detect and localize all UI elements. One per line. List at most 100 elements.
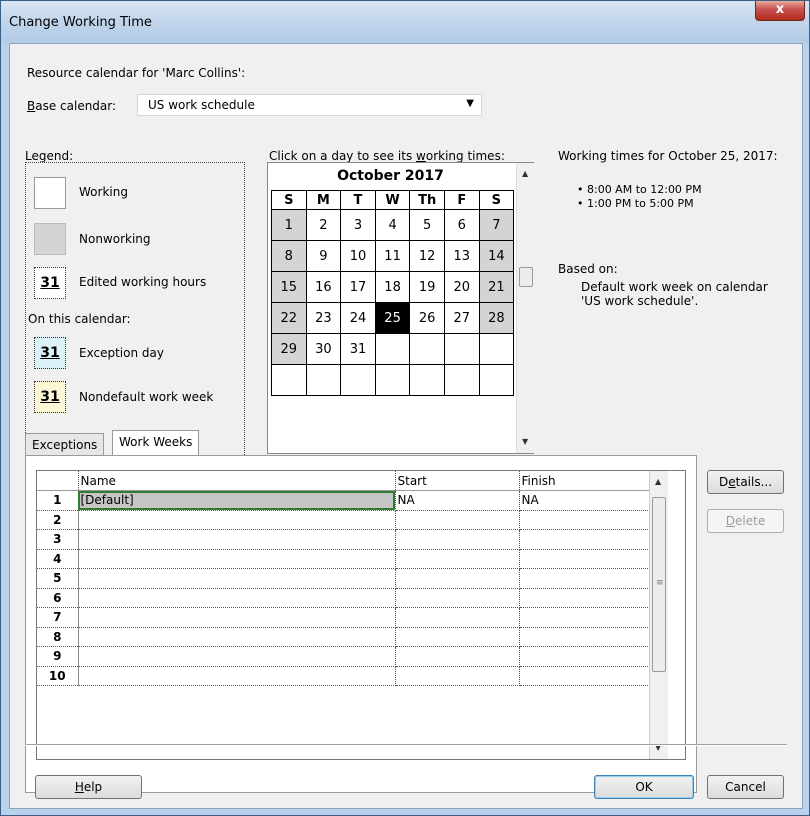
calendar-day[interactable]: 1 (271, 209, 307, 241)
finish-cell[interactable] (519, 568, 652, 589)
calendar-empty-cell (409, 364, 445, 396)
calendar-day[interactable]: 23 (305, 302, 342, 334)
grid-scrollbar[interactable]: ▲ ≡ ▼ (649, 471, 668, 759)
calendar-day[interactable]: 29 (271, 333, 307, 365)
name-cell[interactable] (78, 529, 396, 550)
table-row[interactable]: 9 (37, 646, 652, 667)
start-cell[interactable] (395, 510, 520, 530)
name-cell[interactable] (78, 588, 396, 608)
resource-calendar-label: Resource calendar for 'Marc Collins': (27, 66, 246, 80)
finish-cell[interactable] (519, 588, 652, 608)
start-cell[interactable] (395, 607, 520, 628)
calendar-day[interactable]: 8 (271, 240, 307, 272)
start-cell[interactable] (395, 529, 520, 550)
calendar-day[interactable]: 10 (340, 240, 376, 272)
calendar-scroll-thumb[interactable] (519, 267, 533, 287)
column-header-start[interactable]: Start (395, 471, 520, 491)
name-cell[interactable] (78, 646, 396, 667)
column-header-name[interactable]: Name (78, 471, 396, 491)
grid-scroll-thumb[interactable]: ≡ (652, 497, 666, 672)
finish-cell[interactable]: NA (519, 490, 652, 511)
calendar-day[interactable]: 27 (443, 302, 480, 334)
basis-line-1: Default work week on calendar (581, 280, 768, 294)
calendar-day[interactable]: 9 (305, 240, 342, 272)
name-cell[interactable] (78, 510, 396, 530)
calendar-day[interactable]: 20 (443, 271, 480, 303)
close-icon[interactable]: x (755, 1, 805, 21)
calendar-day[interactable]: 30 (305, 333, 342, 365)
start-cell[interactable] (395, 666, 520, 686)
start-cell[interactable] (395, 568, 520, 589)
calendar-day[interactable]: 14 (478, 240, 515, 272)
table-row[interactable]: 8 (37, 627, 652, 647)
column-header-finish[interactable]: Finish (519, 471, 652, 491)
calendar-day[interactable]: 22 (271, 302, 307, 334)
calendar-day[interactable]: 15 (271, 271, 307, 303)
working-swatch-icon (34, 177, 66, 209)
scroll-up-icon[interactable]: ▲ (655, 477, 661, 486)
tab-exceptions[interactable]: Exceptions (25, 433, 105, 455)
finish-cell[interactable] (519, 666, 652, 686)
table-row[interactable]: 2 (37, 510, 652, 530)
table-row[interactable]: 5 (37, 568, 652, 589)
finish-cell[interactable] (519, 646, 652, 667)
calendar-empty-cell (374, 364, 411, 396)
calendar-day[interactable]: 7 (478, 209, 515, 241)
tab-work-weeks[interactable]: Work Weeks (112, 430, 200, 455)
calendar-day[interactable]: 26 (409, 302, 445, 334)
finish-cell[interactable] (519, 549, 652, 569)
start-cell[interactable] (395, 627, 520, 647)
cancel-button[interactable]: Cancel (707, 775, 784, 799)
name-cell[interactable] (78, 666, 396, 686)
calendar-day[interactable]: 6 (443, 209, 480, 241)
name-cell[interactable] (78, 627, 396, 647)
table-row[interactable]: 10 (37, 666, 652, 686)
calendar-day[interactable]: 28 (478, 302, 515, 334)
calendar-day[interactable]: 5 (409, 209, 445, 241)
calendar-day[interactable]: 3 (340, 209, 376, 241)
name-cell[interactable]: [Default] (78, 490, 396, 511)
name-cell[interactable] (78, 607, 396, 628)
chevron-down-icon: ▼ (466, 98, 474, 109)
start-cell[interactable] (395, 549, 520, 569)
delete-button[interactable]: Delete (707, 509, 784, 533)
calendar-day[interactable]: 25 (374, 302, 411, 334)
calendar-day[interactable]: 12 (409, 240, 445, 272)
scroll-up-icon[interactable]: ▲ (522, 169, 528, 178)
calendar-empty-cell (340, 364, 376, 396)
name-cell[interactable] (78, 549, 396, 569)
name-cell[interactable] (78, 568, 396, 589)
calendar-day[interactable]: 31 (340, 333, 376, 365)
table-row[interactable]: 7 (37, 607, 652, 628)
legend-edited-label: Edited working hours (79, 275, 207, 289)
start-cell[interactable] (395, 588, 520, 608)
calendar-day[interactable]: 2 (305, 209, 342, 241)
calendar-day[interactable]: 16 (305, 271, 342, 303)
table-row[interactable]: 3 (37, 529, 652, 550)
nonworking-swatch-icon (34, 223, 66, 255)
help-button[interactable]: Help (35, 775, 142, 799)
finish-cell[interactable] (519, 510, 652, 530)
finish-cell[interactable] (519, 607, 652, 628)
calendar-scrollbar[interactable]: ▲ ▼ (516, 163, 534, 453)
table-row[interactable]: 1 [Default] NA NA (37, 490, 652, 511)
calendar-day[interactable]: 13 (443, 240, 480, 272)
calendar-day[interactable]: 11 (374, 240, 411, 272)
month-calendar: October 2017 S M T W Th F S 1 2 3 4 5 6 7 8 9 10 11 12 13 1… (267, 162, 534, 454)
legend-nonworking-label: Nonworking (79, 232, 151, 246)
calendar-day[interactable]: 17 (340, 271, 376, 303)
base-calendar-dropdown[interactable]: US work schedule ▼ (137, 94, 482, 116)
start-cell[interactable] (395, 646, 520, 667)
start-cell[interactable]: NA (395, 490, 520, 511)
details-button[interactable]: Details... (707, 470, 784, 494)
table-row[interactable]: 4 (37, 549, 652, 569)
ok-button[interactable]: OK (594, 775, 694, 799)
calendar-day[interactable]: 24 (340, 302, 376, 334)
calendar-day[interactable]: 18 (374, 271, 411, 303)
table-row[interactable]: 6 (37, 588, 652, 608)
calendar-day[interactable]: 19 (409, 271, 445, 303)
calendar-day[interactable]: 21 (478, 271, 515, 303)
calendar-day[interactable]: 4 (374, 209, 411, 241)
finish-cell[interactable] (519, 529, 652, 550)
finish-cell[interactable] (519, 627, 652, 647)
